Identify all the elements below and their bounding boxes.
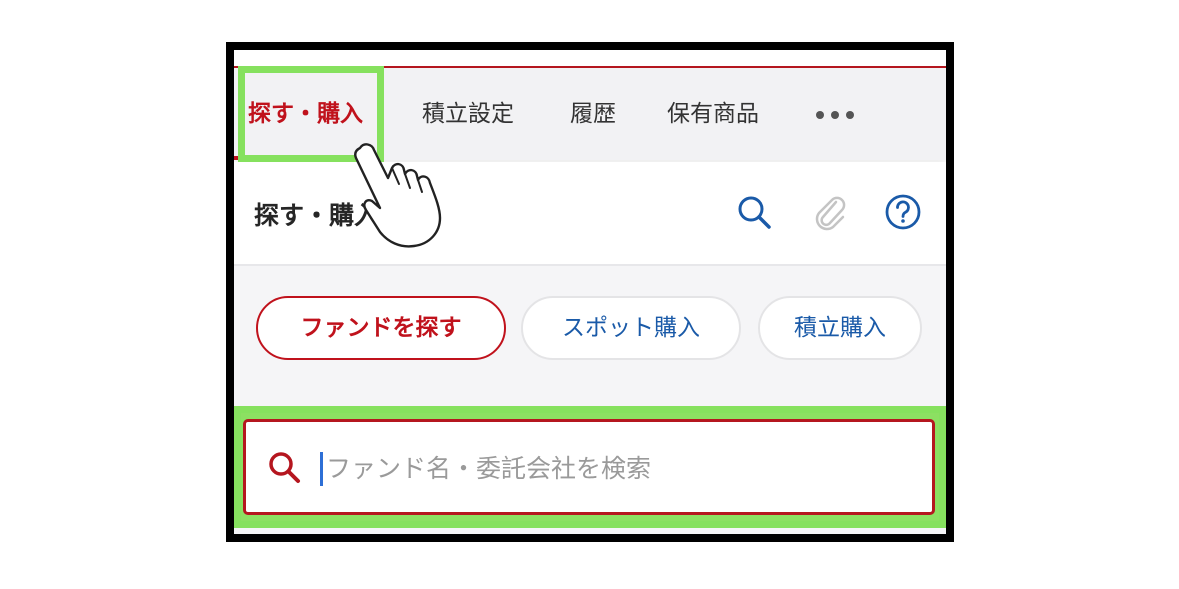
active-tab-indicator <box>234 156 382 160</box>
fund-search-input[interactable] <box>326 440 886 496</box>
paperclip-icon[interactable] <box>810 192 850 232</box>
spot-purchase-button[interactable]: スポット購入 <box>521 296 741 360</box>
page-title: 探す・購入 <box>254 201 380 230</box>
tab-history[interactable]: 履歴 <box>570 68 616 160</box>
find-fund-button[interactable]: ファンドを探す <box>256 296 506 360</box>
app-screenshot-frame: 探す・購入 積立設定 履歴 保有商品 探す・購入 ファンドを探す スポット購入 … <box>226 42 954 542</box>
tab-recurring-settings[interactable]: 積立設定 <box>422 68 514 160</box>
help-icon[interactable] <box>883 192 923 232</box>
recurring-purchase-button[interactable]: 積立購入 <box>758 296 922 360</box>
page-header: 探す・購入 <box>234 162 946 266</box>
text-caret <box>320 452 323 486</box>
tab-search-purchase[interactable]: 探す・購入 <box>248 68 363 160</box>
tab-holdings[interactable]: 保有商品 <box>667 68 759 160</box>
search-icon[interactable] <box>734 192 774 232</box>
search-icon <box>269 452 300 483</box>
tab-bar: 探す・購入 積立設定 履歴 保有商品 <box>234 68 946 160</box>
fund-search-box[interactable] <box>243 419 935 515</box>
top-strip <box>234 50 946 62</box>
more-horizontal-icon[interactable] <box>816 111 854 119</box>
